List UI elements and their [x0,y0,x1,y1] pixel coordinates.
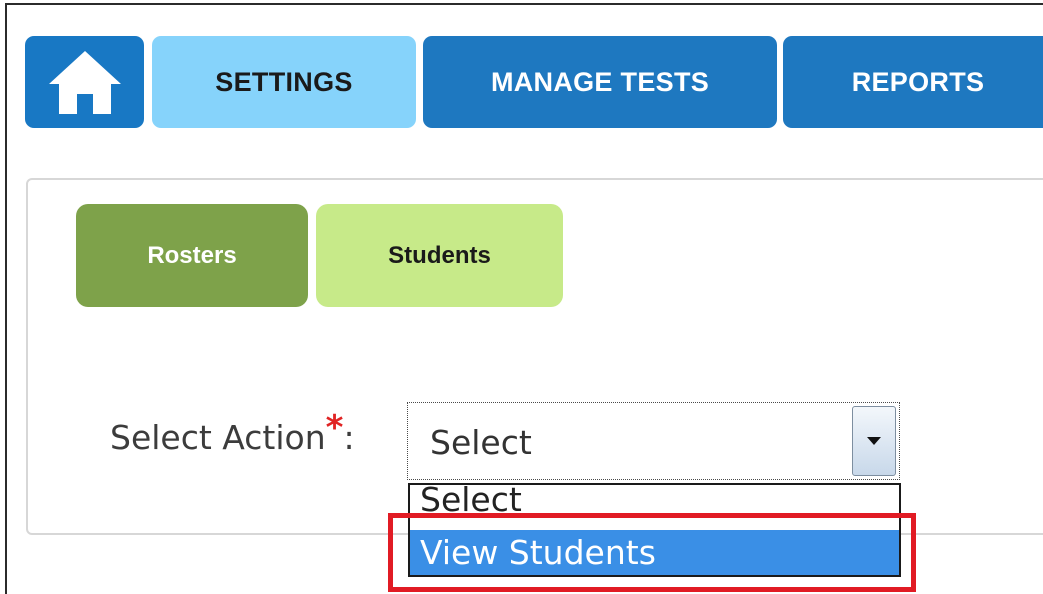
select-action-label: Select Action*: [110,408,355,458]
home-icon [48,51,121,114]
required-marker: * [325,408,344,448]
action-select[interactable]: Select [407,402,900,480]
callout-highlight-box [388,513,916,592]
home-button[interactable] [25,36,144,128]
subtab-students[interactable]: Students [316,204,563,307]
tab-settings[interactable]: SETTINGS [152,36,416,128]
select-action-label-text: Select Action [110,418,326,457]
dropdown-toggle[interactable] [852,406,896,476]
action-select-value: Select [430,423,532,462]
chevron-down-icon [867,437,881,445]
tab-reports[interactable]: REPORTS [783,36,1043,128]
subtab-rosters[interactable]: Rosters [76,204,308,307]
tab-manage-tests[interactable]: MANAGE TESTS [423,36,777,128]
label-suffix: : [343,418,355,457]
